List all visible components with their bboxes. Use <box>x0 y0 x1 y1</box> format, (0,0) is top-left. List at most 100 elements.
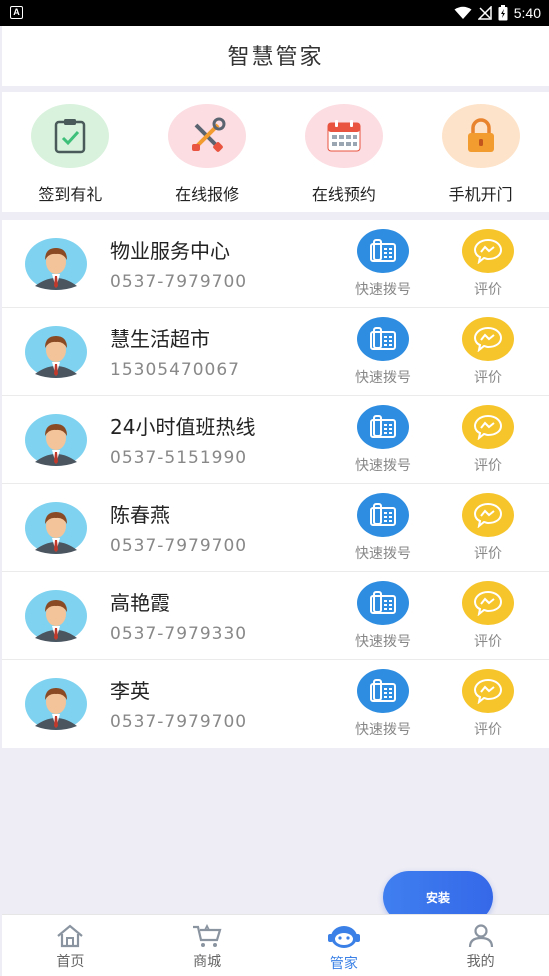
phone-icon <box>370 503 396 526</box>
quick-action-icon-bg <box>304 104 383 168</box>
clipboard-check-icon <box>55 119 86 154</box>
no-signal-icon <box>477 6 492 20</box>
avatar <box>25 326 87 378</box>
quick-action-label: 在线预约 <box>311 185 376 204</box>
app-header: 智慧管家 <box>2 26 549 86</box>
lock-icon <box>467 118 494 152</box>
status-time: 5:40 <box>513 5 541 21</box>
quick-dial-label: 快速拨号 <box>355 722 411 738</box>
contact-name: 陈春燕 <box>110 503 170 527</box>
cart-icon <box>193 924 222 947</box>
battery-icon <box>498 5 508 21</box>
tab-label: 我的 <box>466 954 495 970</box>
tab-label: 管家 <box>329 956 358 972</box>
phone-icon-bg <box>357 669 409 713</box>
quick-dial-label: 快速拨号 <box>355 282 411 298</box>
phone-icon <box>370 679 396 702</box>
quick-action-label: 手机开门 <box>448 185 513 204</box>
phone-icon <box>370 415 396 438</box>
avatar <box>25 590 87 642</box>
butler-icon <box>327 926 360 948</box>
contact-phone: 15305470067 <box>110 360 240 380</box>
tab-home[interactable]: 首页 <box>2 915 139 976</box>
quick-dial-label: 快速拨号 <box>355 370 411 386</box>
contact-name: 24小时值班热线 <box>110 415 256 439</box>
list-item: 24小时值班热线 0537-5151990 快速拨号 评价 <box>2 396 549 484</box>
list-item: 物业服务中心 0537-7979700 快速拨号 评价 <box>2 220 549 308</box>
chat-icon-bg <box>462 493 514 537</box>
phone-icon <box>370 239 396 262</box>
list-item: 高艳霞 0537-7979330 快速拨号 评价 <box>2 572 549 660</box>
avatar <box>25 238 87 290</box>
contact-phone: 0537-7979330 <box>110 624 248 644</box>
tab-mine[interactable]: 我的 <box>412 915 549 976</box>
rate-label: 评价 <box>474 282 502 298</box>
avatar <box>25 502 87 554</box>
rate-button[interactable]: 评价 <box>448 229 528 299</box>
quick-action-label: 在线报修 <box>175 185 240 204</box>
chat-icon-bg <box>462 317 514 361</box>
chat-icon-bg <box>462 581 514 625</box>
quick-dial-button[interactable]: 快速拨号 <box>343 669 423 739</box>
quick-dial-button[interactable]: 快速拨号 <box>343 317 423 387</box>
quick-dial-button[interactable]: 快速拨号 <box>343 405 423 475</box>
notification-icon: A <box>10 6 23 19</box>
quick-dial-button[interactable]: 快速拨号 <box>343 493 423 563</box>
quick-dial-label: 快速拨号 <box>355 546 411 562</box>
bottom-tab-bar: 首页 商城 管家 我的 <box>2 914 549 976</box>
quick-dial-button[interactable]: 快速拨号 <box>343 581 423 651</box>
phone-icon-bg <box>357 493 409 537</box>
avatar <box>25 678 87 730</box>
status-icons: 5:40 <box>454 3 541 23</box>
avatar <box>25 414 87 466</box>
quick-action-checkin[interactable]: 签到有礼 <box>2 92 139 212</box>
rate-button[interactable]: 评价 <box>448 405 528 475</box>
contact-phone: 0537-5151990 <box>110 448 248 468</box>
status-bar: A 5:40 <box>0 0 549 26</box>
page-title: 智慧管家 <box>227 45 324 70</box>
home-icon <box>57 924 84 948</box>
chat-bubble-icon <box>473 414 503 440</box>
phone-icon-bg <box>357 317 409 361</box>
quick-action-repair[interactable]: 在线报修 <box>139 92 276 212</box>
list-item: 慧生活超市 15305470067 快速拨号 评价 <box>2 308 549 396</box>
tab-label: 商城 <box>193 954 222 970</box>
chat-bubble-icon <box>473 326 503 352</box>
rate-button[interactable]: 评价 <box>448 669 528 739</box>
chat-bubble-icon <box>473 678 503 704</box>
rate-label: 评价 <box>474 722 502 738</box>
rate-button[interactable]: 评价 <box>448 317 528 387</box>
rate-button[interactable]: 评价 <box>448 581 528 651</box>
contact-name: 慧生活超市 <box>110 327 210 351</box>
quick-action-unlock[interactable]: 手机开门 <box>412 92 549 212</box>
rate-label: 评价 <box>474 458 502 474</box>
phone-icon-bg <box>357 405 409 449</box>
calendar-icon <box>327 120 361 152</box>
quick-action-booking[interactable]: 在线预约 <box>276 92 413 212</box>
contact-phone: 0537-7979700 <box>110 712 248 732</box>
quick-dial-label: 快速拨号 <box>355 458 411 474</box>
tools-icon <box>192 117 226 152</box>
rate-button[interactable]: 评价 <box>448 493 528 563</box>
tab-butler[interactable]: 管家 <box>276 915 413 976</box>
rate-label: 评价 <box>474 546 502 562</box>
chat-icon-bg <box>462 405 514 449</box>
quick-dial-label: 快速拨号 <box>355 634 411 650</box>
quick-action-icon-bg <box>441 104 520 168</box>
quick-action-icon-bg <box>168 104 247 168</box>
chat-bubble-icon <box>473 590 503 616</box>
list-item: 李英 0537-7979700 快速拨号 评价 <box>2 660 549 748</box>
contact-phone: 0537-7979700 <box>110 536 248 556</box>
rate-label: 评价 <box>474 634 502 650</box>
contact-phone: 0537-7979700 <box>110 272 248 292</box>
chat-bubble-icon <box>473 238 503 264</box>
phone-icon-bg <box>357 229 409 273</box>
wifi-icon <box>454 6 472 19</box>
tab-mall[interactable]: 商城 <box>139 915 276 976</box>
user-icon <box>468 924 493 948</box>
quick-dial-button[interactable]: 快速拨号 <box>343 229 423 299</box>
chat-icon-bg <box>462 669 514 713</box>
rate-label: 评价 <box>474 370 502 386</box>
contact-name: 李英 <box>110 679 150 703</box>
quick-actions: 签到有礼 在线报修 在线预约 手机开门 <box>2 92 549 212</box>
